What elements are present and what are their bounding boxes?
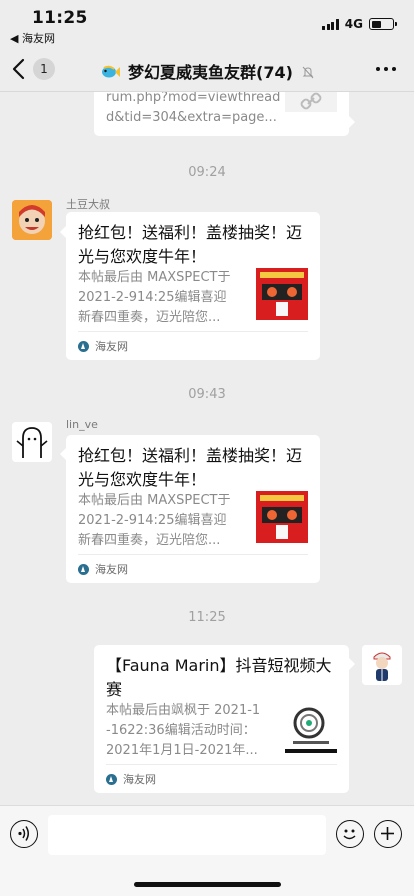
- link-card[interactable]: 抢红包！送福利！盖楼抽奖！迈光与您欢度牛年！ 本帖最后由 MAXSPECT于 2…: [66, 435, 320, 583]
- network-type: 4G: [344, 17, 363, 31]
- emoji-button[interactable]: [336, 820, 364, 848]
- card-description: 本帖最后由 MAXSPECT于 2021-2-914:25编辑喜迎 新春四重奏，…: [78, 270, 231, 325]
- card-description: 本帖最后由飒枫于 2021-1 -1622:36编辑活动时间： 2021年1月1…: [106, 703, 261, 758]
- chat-title: 梦幻夏威夷鱼友群(74): [128, 63, 293, 82]
- home-indicator: [134, 882, 281, 887]
- card-thumbnail: [256, 491, 308, 543]
- more-options-button[interactable]: [376, 67, 396, 71]
- card-thumbnail: [256, 268, 308, 320]
- status-bar: 11:25 ◀ 海友网 4G: [0, 0, 414, 46]
- battery-icon: [369, 18, 397, 30]
- voice-icon: [18, 826, 29, 841]
- voice-button[interactable]: [10, 820, 38, 848]
- avatar[interactable]: [12, 422, 52, 462]
- card-source: 海友网: [106, 771, 156, 787]
- mute-bell-icon: [302, 64, 314, 83]
- card-source: 海友网: [78, 561, 128, 577]
- avatar[interactable]: [362, 645, 402, 685]
- fish-emoji-icon: [100, 64, 121, 84]
- signal-icon: [322, 18, 339, 30]
- chat-title-row[interactable]: 梦幻夏威夷鱼友群(74): [0, 59, 414, 84]
- link-card-partial[interactable]: rum.php?mod=viewthread d&tid=304&extra=p…: [94, 92, 349, 136]
- card-url-line1: rum.php?mod=viewthread: [106, 92, 281, 105]
- emoji-icon: [343, 829, 356, 840]
- sender-name: lin_ve: [66, 418, 98, 431]
- message-list[interactable]: rum.php?mod=viewthread d&tid=304&extra=p…: [0, 92, 414, 805]
- plus-icon: [381, 827, 394, 840]
- link-card[interactable]: 抢红包！送福利！盖楼抽奖！迈光与您欢度牛年！ 本帖最后由 MAXSPECT于 2…: [66, 212, 320, 360]
- card-title: 抢红包！送福利！盖楼抽奖！迈光与您欢度牛年！: [78, 446, 303, 489]
- card-title: 【Fauna Marin】抖音短视频大赛: [106, 656, 332, 699]
- status-time: 11:25: [32, 8, 88, 28]
- timestamp: 11:25: [188, 610, 226, 625]
- back-to-app-link[interactable]: ◀ 海友网: [10, 30, 55, 46]
- card-title: 抢红包！送福利！盖楼抽奖！迈光与您欢度牛年！: [78, 223, 303, 266]
- chat-header: 1 梦幻夏威夷鱼友群(74): [0, 46, 414, 92]
- timestamp: 09:43: [188, 387, 226, 402]
- sender-name: 土豆大叔: [66, 198, 110, 211]
- status-indicators: 4G: [322, 17, 397, 31]
- link-thumb-icon: [285, 92, 337, 112]
- timestamp: 09:24: [188, 165, 226, 180]
- message-input[interactable]: [48, 815, 326, 855]
- card-url-line2: d&tid=304&extra=page...: [106, 110, 277, 125]
- more-dots-icon: [376, 67, 380, 71]
- card-thumbnail: [285, 701, 337, 753]
- avatar[interactable]: [12, 200, 52, 240]
- site-logo-icon: [78, 340, 89, 352]
- card-source: 海友网: [78, 338, 128, 354]
- site-logo-icon: [106, 773, 117, 785]
- card-description: 本帖最后由 MAXSPECT于 2021-2-914:25编辑喜迎 新春四重奏，…: [78, 493, 231, 548]
- site-logo-icon: [78, 563, 89, 575]
- more-actions-button[interactable]: [374, 820, 402, 848]
- link-card[interactable]: 【Fauna Marin】抖音短视频大赛 本帖最后由飒枫于 2021-1 -16…: [94, 645, 349, 793]
